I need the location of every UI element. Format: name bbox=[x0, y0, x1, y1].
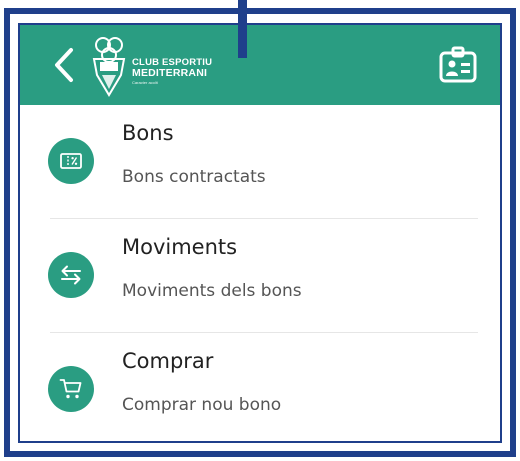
menu-item-icon-circle bbox=[48, 138, 94, 184]
menu-item-title: Moviments bbox=[122, 235, 238, 259]
menu-list: Bons Bons contractats Moviments Moviment… bbox=[20, 105, 500, 441]
chevron-left-icon bbox=[55, 48, 73, 82]
menu-item-icon-circle bbox=[48, 252, 94, 298]
annotation-pointer bbox=[238, 0, 247, 58]
top-app-bar: CLUB ESPORTIU MEDITERRANI Caracter acoli… bbox=[20, 25, 500, 105]
club-name-line2: MEDITERRANI bbox=[132, 67, 208, 79]
menu-item-icon-circle bbox=[48, 366, 94, 412]
menu-item-title: Bons bbox=[122, 121, 174, 145]
menu-item-moviments[interactable]: Moviments Moviments dels bons bbox=[20, 219, 500, 333]
menu-item-subtitle: Comprar nou bono bbox=[122, 395, 282, 415]
menu-item-comprar[interactable]: Comprar Comprar nou bono bbox=[20, 333, 500, 441]
club-name: CLUB ESPORTIU MEDITERRANI Caracter acoli… bbox=[132, 57, 212, 86]
swap-arrows-icon bbox=[61, 265, 81, 285]
menu-item-subtitle: Bons contractats bbox=[122, 167, 266, 187]
back-button[interactable] bbox=[46, 45, 82, 85]
menu-item-bons[interactable]: Bons Bons contractats bbox=[20, 105, 500, 219]
club-crest-icon bbox=[92, 37, 126, 97]
menu-item-subtitle: Moviments dels bons bbox=[122, 281, 302, 301]
shopping-cart-icon bbox=[59, 379, 82, 399]
club-logo: CLUB ESPORTIU MEDITERRANI Caracter acoli… bbox=[90, 35, 230, 99]
ticket-percent-icon bbox=[60, 153, 82, 169]
screenshot-frame: CLUB ESPORTIU MEDITERRANI Caracter acoli… bbox=[4, 8, 516, 457]
id-card-icon bbox=[439, 46, 477, 83]
club-name-line3: Caracter acolit bbox=[132, 80, 158, 85]
app-screen: CLUB ESPORTIU MEDITERRANI Caracter acoli… bbox=[18, 23, 502, 443]
menu-item-title: Comprar bbox=[122, 349, 214, 373]
membership-card-button[interactable] bbox=[438, 45, 478, 85]
